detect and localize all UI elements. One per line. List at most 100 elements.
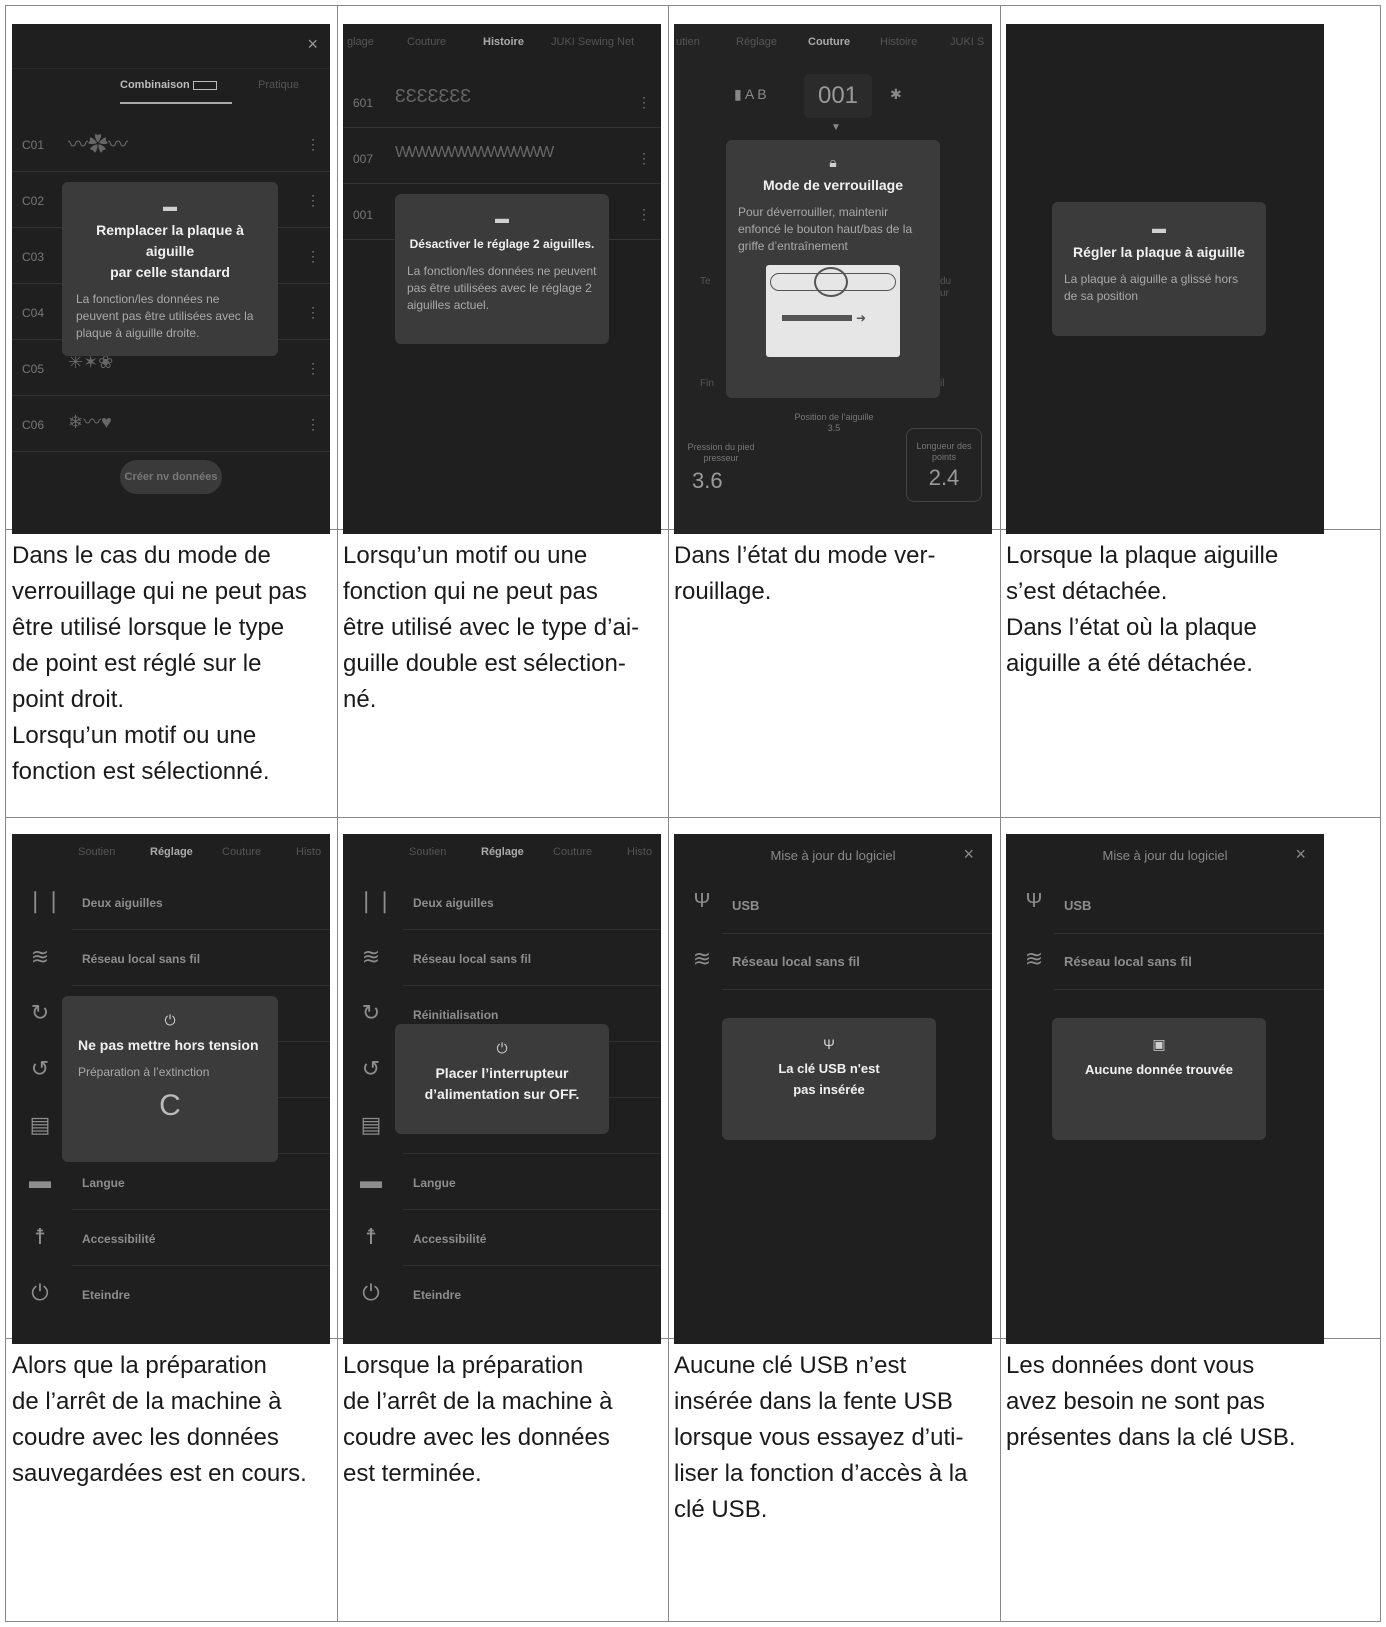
pattern-number: 001 bbox=[804, 74, 872, 118]
screenshot-lock-mode: utien Réglage Couture Histoire JUKI S ▮ … bbox=[674, 24, 992, 534]
menu-item-label[interactable]: Eteindre bbox=[82, 1288, 130, 1302]
pattern-code: C03 bbox=[22, 250, 45, 264]
more-icon: ⋮ bbox=[637, 94, 651, 110]
wifi-icon: ≋ bbox=[692, 946, 712, 971]
caption: Lorsque la préparation de l’arrêt de la m… bbox=[343, 1352, 613, 1487]
history-icon: ↺ bbox=[361, 1056, 381, 1081]
menu-item-label[interactable]: Réseau local sans fil bbox=[82, 952, 200, 966]
side-label: il bbox=[940, 378, 945, 389]
wifi-icon: ≋ bbox=[361, 944, 381, 969]
usb-icon: Ψ bbox=[1025, 890, 1043, 912]
close-icon[interactable]: × bbox=[1295, 844, 1306, 865]
screenshot-switch-off: Soutien Réglage Couture Histo ❘❘ Deux aig… bbox=[343, 834, 661, 1344]
pattern-code: 007 bbox=[353, 152, 374, 166]
presser-pressure-value: 3.6 bbox=[692, 468, 723, 493]
history-icon: ↺ bbox=[30, 1056, 50, 1081]
dialog-title: Régler la plaque à aiguille bbox=[1073, 244, 1245, 260]
pattern-code: C04 bbox=[22, 306, 45, 320]
stitch-length-box: Longueur des points 2.4 bbox=[906, 428, 982, 502]
dialog-message: La fonction/les données ne peuvent pas ê… bbox=[407, 264, 597, 312]
caption: Dans l’état du mode ver-rouillage. bbox=[674, 542, 936, 605]
menu-item-label[interactable]: Eteindre bbox=[413, 1288, 461, 1302]
dialog-title: Placer l’interrupteur bbox=[435, 1065, 569, 1081]
dialog-title: La clé USB n'est bbox=[778, 1061, 880, 1076]
language-icon: ▬ bbox=[360, 1168, 382, 1193]
more-icon: ⋮ bbox=[306, 416, 320, 432]
switch-off-dialog: ⏻ Placer l’interrupteur d’alimentation s… bbox=[395, 1024, 609, 1134]
usb-icon: Ψ bbox=[823, 1036, 835, 1052]
pattern-preview: WWWWWWWWWWWW bbox=[395, 144, 554, 161]
screenshot-needle-plate-slipped: ▬ Régler la plaque à aiguille La plaque … bbox=[1006, 24, 1324, 534]
pattern-code: 601 bbox=[353, 96, 374, 110]
needle-plate-icon: ▬ bbox=[1152, 220, 1166, 236]
wifi-icon: ≋ bbox=[30, 944, 50, 969]
power-icon: ⏻ bbox=[496, 1040, 508, 1056]
dialog-title: Désactiver le réglage 2 aiguilles. bbox=[409, 237, 595, 251]
more-icon: ⋮ bbox=[306, 136, 320, 152]
tab-pratique: Pratique bbox=[258, 79, 299, 91]
pattern-preview: 〰✿〰 bbox=[68, 134, 128, 156]
pattern-code: C05 bbox=[22, 362, 45, 376]
accessibility-icon: ☨ bbox=[34, 1224, 46, 1249]
lock-icon: 🔒︎ bbox=[829, 154, 837, 170]
more-icon: ⋮ bbox=[306, 192, 320, 208]
language-icon: ▬ bbox=[29, 1168, 51, 1193]
document-icon: ▤ bbox=[360, 1112, 382, 1137]
side-label: Te bbox=[700, 276, 711, 287]
menu-item-label[interactable]: Réseau local sans fil bbox=[413, 952, 531, 966]
save-icon: ▣ bbox=[1152, 1036, 1166, 1052]
usb-dialog: Ψ La clé USB n'est pas insérée bbox=[722, 1018, 936, 1140]
menu-item-label[interactable]: Réseau local sans fil bbox=[1064, 954, 1192, 969]
needle-plate-icon: ▬ bbox=[495, 210, 509, 226]
feed-dog-button-illustration: ➜ bbox=[766, 265, 900, 357]
dialog-title: par celle standard bbox=[110, 264, 230, 280]
reset-icon: ↻ bbox=[361, 1000, 381, 1025]
needle-position: Position de l’aiguille 3.5 bbox=[794, 412, 874, 433]
dialog-message: La plaque à aiguille a glissé hors de sa… bbox=[1064, 272, 1239, 303]
menu-item-label[interactable]: USB bbox=[1064, 898, 1091, 913]
side-label: Fin bbox=[700, 378, 714, 389]
dialog-message: Pour déverrouiller, maintenir enfoncé le… bbox=[738, 205, 913, 253]
wifi-icon: ≋ bbox=[1024, 946, 1044, 971]
screenshot-no-data-found: Mise à jour du logiciel × Ψ USB ≋ Réseau l… bbox=[1006, 834, 1324, 1344]
dialog-title: Mode de verrouillage bbox=[762, 177, 904, 193]
dialog-title: d’alimentation sur OFF. bbox=[424, 1086, 580, 1102]
more-icon: ⋮ bbox=[306, 304, 320, 320]
menu-item-label[interactable]: Langue bbox=[413, 1176, 456, 1190]
pattern-code: C06 bbox=[22, 418, 45, 432]
dialog-header-title: Mise à jour du logiciel bbox=[1102, 848, 1228, 863]
more-icon: ⋮ bbox=[306, 360, 320, 376]
menu-item-label[interactable]: Réinitialisation bbox=[413, 1008, 498, 1022]
twin-needle-dialog: ▬ Désactiver le réglage 2 aiguilles. La … bbox=[395, 194, 609, 344]
menu-item-label[interactable]: USB bbox=[732, 898, 759, 913]
menu-item-label[interactable]: Accessibilité bbox=[82, 1232, 155, 1246]
document-icon: ▤ bbox=[29, 1112, 51, 1137]
close-icon[interactable]: × bbox=[963, 844, 974, 865]
pattern-code: C01 bbox=[22, 138, 45, 152]
power-icon: ⏻ bbox=[362, 1280, 380, 1305]
twin-needle-icon: ❘❘ bbox=[26, 888, 63, 913]
screenshot-preparing-shutdown: Soutien Réglage Couture Histo ❘❘ Deux aig… bbox=[12, 834, 330, 1344]
side-label: ur bbox=[940, 288, 949, 299]
pattern-preview: ƐƐƐƐƐƐƐ bbox=[395, 86, 472, 106]
more-icon: ⋮ bbox=[306, 248, 320, 264]
menu-item-label[interactable]: Accessibilité bbox=[413, 1232, 486, 1246]
caption: Les données dont vous avez besoin ne sont… bbox=[1006, 1352, 1296, 1451]
menu-item-label[interactable]: Deux aiguilles bbox=[413, 896, 494, 910]
menu-item-label[interactable]: Deux aiguilles bbox=[82, 896, 163, 910]
dialog-message: La fonction/les données ne peuvent pas ê… bbox=[76, 292, 254, 340]
power-icon: ⏻ bbox=[164, 1012, 176, 1028]
presser-pressure-label: Pression du pied presseur bbox=[687, 442, 755, 463]
caption: Lorsqu’un motif ou une fonction qui ne pe… bbox=[343, 542, 640, 713]
caption: Aucune clé USB n’est insérée dans la fent… bbox=[674, 1352, 968, 1523]
side-label: du bbox=[940, 276, 952, 287]
needle-plate-dialog: ▬ Remplacer la plaque à aiguille par cel… bbox=[62, 182, 278, 356]
dialog-title: pas insérée bbox=[793, 1082, 865, 1097]
pointer-icon: ▼ bbox=[831, 122, 841, 133]
menu-item-label[interactable]: Réseau local sans fil bbox=[732, 954, 860, 969]
menu-item-label[interactable]: Langue bbox=[82, 1176, 125, 1190]
create-data-button[interactable]: Créer nv données bbox=[120, 460, 222, 494]
reset-icon: ↻ bbox=[30, 1000, 50, 1025]
dialog-title: Aucune donnée trouvée bbox=[1084, 1062, 1234, 1077]
shutdown-dialog: ⏻ Ne pas mettre hors tension Préparation… bbox=[62, 996, 278, 1162]
